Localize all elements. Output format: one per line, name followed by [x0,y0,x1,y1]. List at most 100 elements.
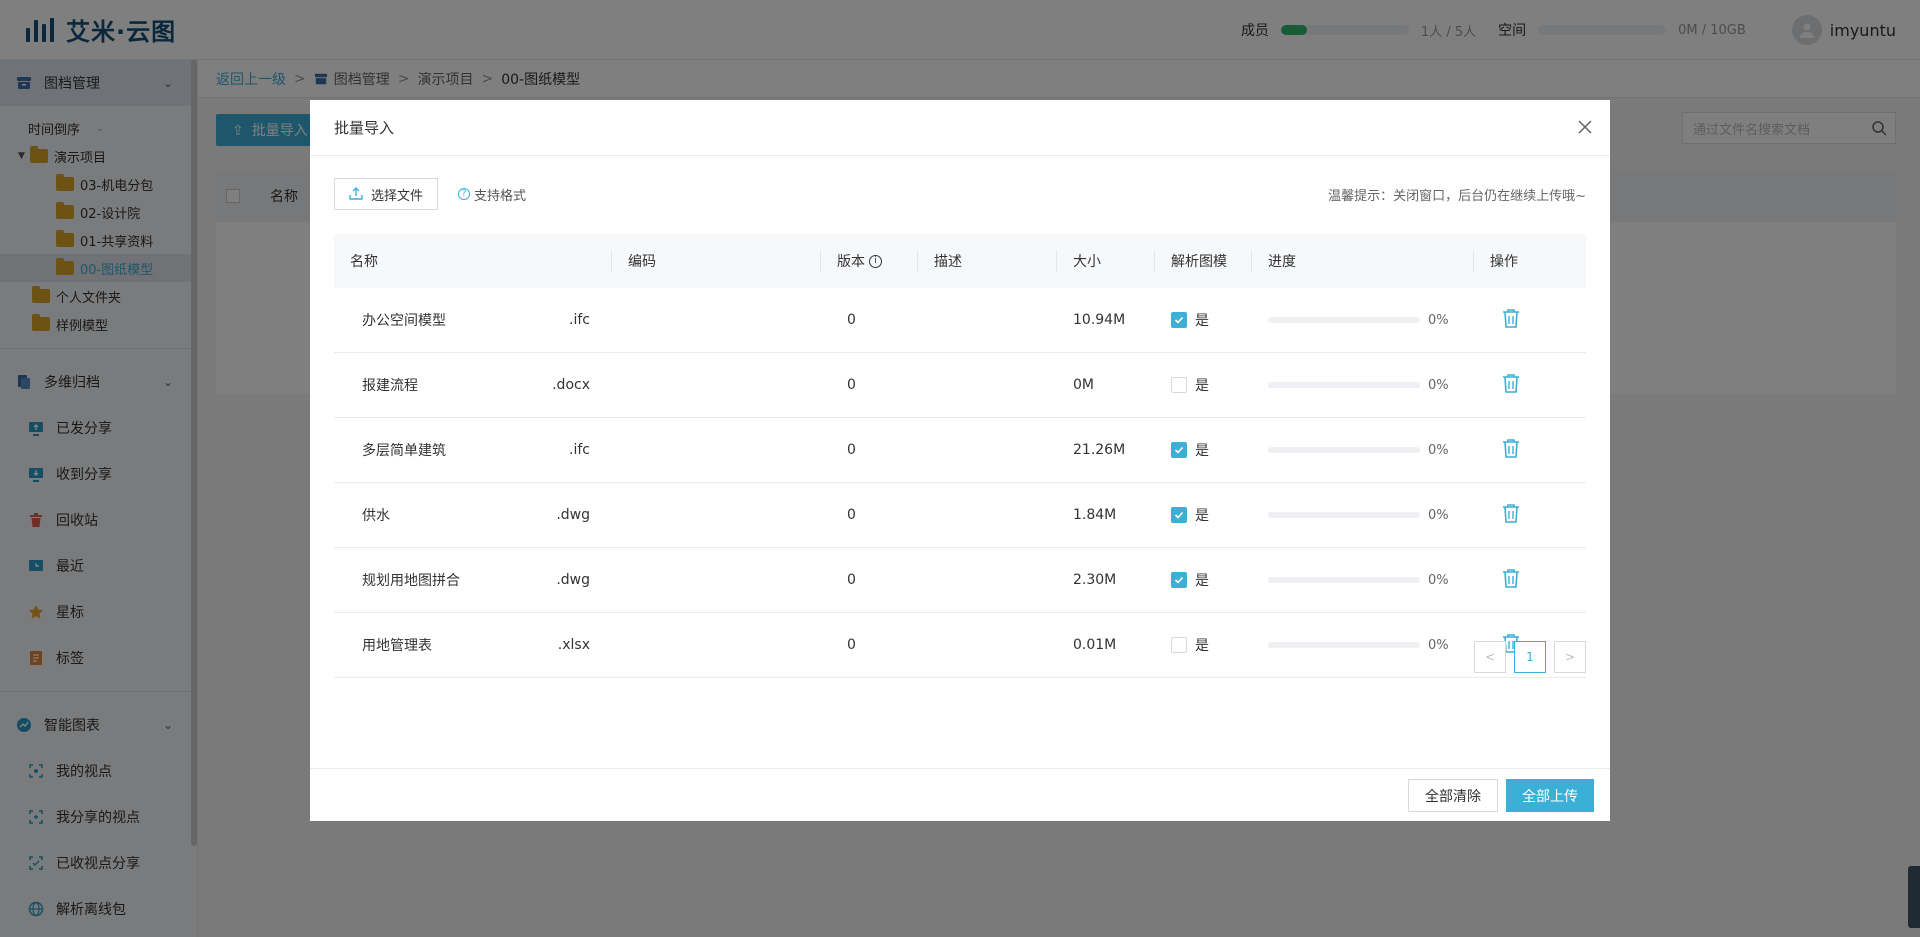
select-file-button[interactable]: 选择文件 [334,178,439,210]
version-cell[interactable]: 0 [821,613,918,677]
file-name: 规划用地图拼合 [362,573,460,589]
description-cell[interactable] [918,418,1057,482]
version-cell[interactable]: 0 [821,288,918,352]
parse-cell: 是 [1155,353,1252,417]
parse-label: 是 [1195,508,1209,524]
progress-bar [1268,317,1420,323]
prev-page-button[interactable]: < [1474,641,1506,673]
column-header-progress: 进度 [1252,234,1474,288]
file-name: 供水 [362,508,390,524]
file-extension: .docx [552,377,590,393]
delete-icon[interactable] [1502,308,1520,332]
progress-cell: 0% [1252,483,1474,547]
table-row: 规划用地图拼合 .dwg 0 2.30M 是 0% [334,548,1586,613]
file-name-cell: 用地管理表 .xlsx [334,613,612,677]
file-name: 报建流程 [362,378,418,394]
code-cell[interactable] [612,418,821,482]
description-cell[interactable] [918,548,1057,612]
file-extension: .dwg [556,507,590,523]
parse-label: 是 [1195,313,1209,329]
progress-text: 0% [1428,507,1449,523]
version-cell[interactable]: 0 [821,418,918,482]
file-extension: .ifc [569,312,590,328]
parse-checkbox[interactable] [1171,312,1187,328]
parse-cell: 是 [1155,548,1252,612]
description-cell[interactable] [918,288,1057,352]
parse-label: 是 [1195,638,1209,654]
version-header-label: 版本 [837,254,865,270]
table-header: 名称 编码 版本 i 描述 大小 解析图模 进度 操作 [334,234,1586,288]
code-cell[interactable] [612,353,821,417]
file-extension: .dwg [556,572,590,588]
table-row: 报建流程 .docx 0 0M 是 0% [334,353,1586,418]
size-cell: 2.30M [1073,572,1117,588]
upload-file-table: 名称 编码 版本 i 描述 大小 解析图模 进度 操作 办公空间模型 .ifc 0 1… [334,234,1586,678]
description-cell[interactable] [918,353,1057,417]
help-icon: ? [458,188,471,200]
parse-label: 是 [1195,573,1209,589]
parse-checkbox[interactable] [1171,637,1187,653]
column-header-name: 名称 [334,234,612,288]
parse-checkbox[interactable] [1171,442,1187,458]
column-header-description: 描述 [918,234,1057,288]
next-page-button[interactable]: > [1554,641,1586,673]
progress-bar [1268,447,1420,453]
dialog-footer: 全部清除 全部上传 [310,768,1610,821]
parse-cell: 是 [1155,483,1252,547]
file-extension: .xlsx [557,637,590,653]
code-cell[interactable] [612,288,821,352]
batch-import-dialog: 批量导入 选择文件 ? 支持格式 温馨提示：关闭窗口，后台仍在继续上传哦~ 名称… [310,100,1610,821]
delete-icon[interactable] [1502,438,1520,462]
clear-all-button[interactable]: 全部清除 [1408,779,1498,812]
delete-icon[interactable] [1502,373,1520,397]
code-cell[interactable] [612,613,821,677]
column-header-parse: 解析图模 [1155,234,1252,288]
progress-cell: 0% [1252,353,1474,417]
progress-text: 0% [1428,377,1449,393]
size-cell: 10.94M [1073,312,1126,328]
parse-label: 是 [1195,378,1209,394]
progress-bar [1268,512,1420,518]
progress-cell: 0% [1252,613,1474,677]
progress-text: 0% [1428,572,1449,588]
file-name: 多层简单建筑 [362,443,446,459]
info-icon[interactable]: i [869,254,882,268]
close-icon[interactable] [1576,118,1594,136]
delete-icon[interactable] [1502,568,1520,592]
progress-cell: 0% [1252,288,1474,352]
table-row: 供水 .dwg 0 1.84M 是 0% [334,483,1586,548]
progress-bar [1268,577,1420,583]
version-cell[interactable]: 0 [821,353,918,417]
code-cell[interactable] [612,483,821,547]
page-button-current[interactable]: 1 [1514,641,1546,673]
parse-checkbox[interactable] [1171,507,1187,523]
parse-cell: 是 [1155,288,1252,352]
file-name-cell: 供水 .dwg [334,483,612,547]
actions-cell [1474,353,1586,417]
version-cell[interactable]: 0 [821,483,918,547]
size-cell: 0.01M [1073,637,1117,653]
upload-all-button[interactable]: 全部上传 [1506,779,1594,812]
table-row: 多层简单建筑 .ifc 0 21.26M 是 0% [334,418,1586,483]
support-formats-link[interactable]: ? 支持格式 [458,185,526,204]
dialog-header: 批量导入 [310,100,1610,156]
parse-checkbox[interactable] [1171,377,1187,393]
size-cell: 21.26M [1073,442,1126,458]
size-cell: 0M [1073,377,1094,393]
description-cell[interactable] [918,613,1057,677]
column-header-version: 版本 i [821,234,918,288]
code-cell[interactable] [612,548,821,612]
file-name: 办公空间模型 [362,313,446,329]
description-cell[interactable] [918,483,1057,547]
version-cell[interactable]: 0 [821,548,918,612]
delete-icon[interactable] [1502,503,1520,527]
actions-cell [1474,288,1586,352]
file-name-cell: 规划用地图拼合 .dwg [334,548,612,612]
column-header-actions: 操作 [1490,254,1518,270]
column-header-size: 大小 [1057,234,1155,288]
progress-text: 0% [1428,312,1449,328]
table-row: 用地管理表 .xlsx 0 0.01M 是 0% [334,613,1586,678]
parse-checkbox[interactable] [1171,572,1187,588]
side-widget-handle[interactable] [1908,866,1920,928]
file-name: 用地管理表 [362,638,432,654]
